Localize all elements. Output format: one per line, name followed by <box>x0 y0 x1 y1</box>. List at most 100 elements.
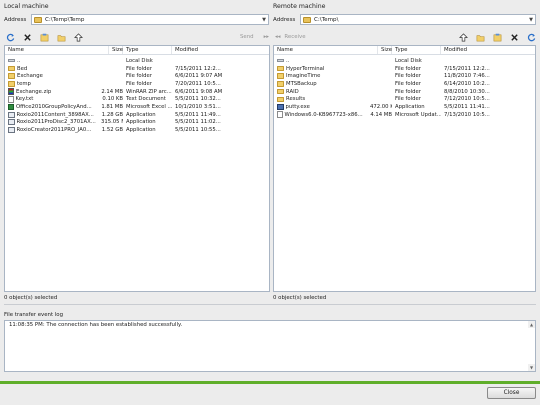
delete-icon[interactable] <box>23 33 32 42</box>
scroll-down-icon[interactable]: ▼ <box>528 364 535 371</box>
local-address-field[interactable]: C:\Temp\Temp ▼ <box>31 14 269 25</box>
list-item[interactable]: Key.txt 0.10 KB Text Document 5/5/2011 1… <box>5 95 269 103</box>
item-type: Application <box>126 119 156 126</box>
progress-bar <box>0 381 540 384</box>
close-button[interactable]: Close <box>487 387 536 399</box>
list-item[interactable]: Results File folder 7/12/2010 10:5... <box>274 95 535 103</box>
remote-rows: .. Local Disk HyperTerminal File folder … <box>274 55 535 119</box>
remote-file-list[interactable]: Name Size Type Modified .. Local Disk Hy… <box>273 45 536 292</box>
list-item[interactable]: Roxio2011ProDisc2_3701AX... 315.05 MB Ap… <box>5 119 269 127</box>
delete-icon[interactable] <box>510 33 519 42</box>
folder-icon <box>8 81 15 87</box>
chevron-down-icon[interactable]: ▼ <box>527 15 535 24</box>
item-size: 1.52 GB <box>101 127 123 134</box>
refresh-icon[interactable] <box>6 33 15 42</box>
scroll-up-icon[interactable]: ▲ <box>528 321 535 328</box>
splitter[interactable] <box>4 304 536 305</box>
item-size: 472.00 KB <box>370 103 392 110</box>
item-size: 1.28 GB <box>101 111 123 118</box>
item-name: ImagineTime <box>286 73 321 80</box>
excel-icon <box>8 103 14 111</box>
item-name: putty.exe <box>285 103 310 110</box>
item-modified: 8/8/2010 10:30... <box>444 88 490 95</box>
item-modified: 7/13/2010 10:5... <box>444 111 490 118</box>
text-file-icon <box>8 96 14 103</box>
list-item[interactable]: Windows6.0-KB967723-x86... 4.14 MB Micro… <box>274 111 535 119</box>
list-item[interactable]: MTSBackup File folder 6/14/2010 10:2... <box>274 80 535 88</box>
column-header-size[interactable]: Size <box>109 46 123 54</box>
remote-address-field[interactable]: C:\Temp\ ▼ <box>300 14 536 25</box>
item-type: File folder <box>126 65 152 72</box>
list-item[interactable]: RAID File folder 8/8/2010 10:30... <box>274 88 535 96</box>
item-name: Office2010GroupPolicyAnd... <box>16 103 92 110</box>
item-name: RAID <box>286 88 299 95</box>
item-type: File folder <box>126 73 152 80</box>
zip-icon <box>8 88 14 95</box>
list-item[interactable]: .. Local Disk <box>274 57 535 65</box>
send-label: Send <box>240 34 254 40</box>
item-modified: 5/5/2011 11:49... <box>175 111 221 118</box>
list-item[interactable]: putty.exe 472.00 KB Application 5/5/2011… <box>274 103 535 111</box>
item-modified: 11/8/2010 7:46... <box>444 73 490 80</box>
chevron-down-icon[interactable]: ▼ <box>260 15 268 24</box>
rename-icon[interactable] <box>493 33 502 42</box>
remote-list-header: Name Size Type Modified <box>274 46 535 55</box>
local-pane-title: Local machine <box>4 3 49 10</box>
application-icon <box>8 127 15 134</box>
item-modified: 6/6/2011 9:08 AM <box>175 88 223 95</box>
send-arrow-icon: ▸▸ <box>263 34 269 40</box>
send-button[interactable]: Send ▸▸ <box>240 34 269 40</box>
list-item[interactable]: RoxioCreator2011PRO_JA0... 1.52 GB Appli… <box>5 126 269 134</box>
item-name: Key.txt <box>15 96 34 103</box>
item-type: Text Document <box>126 96 166 103</box>
folder-icon <box>277 65 284 72</box>
folder-icon <box>277 88 284 95</box>
list-item[interactable]: Exchange File folder 6/6/2011 9:07 AM <box>5 72 269 80</box>
list-item[interactable]: .. Local Disk <box>5 57 269 65</box>
item-type: File folder <box>395 96 421 103</box>
list-item[interactable]: HyperTerminal File folder 7/15/2011 12:2… <box>274 65 535 73</box>
folder-icon <box>8 65 15 72</box>
up-folder-icon[interactable] <box>459 32 468 42</box>
item-name: .. <box>286 57 290 64</box>
receive-button[interactable]: ◂◂ Receive <box>275 34 306 40</box>
item-type: Application <box>395 103 425 110</box>
up-folder-icon[interactable] <box>74 32 83 42</box>
putty-icon <box>277 103 284 111</box>
column-header-type[interactable]: Type <box>392 46 441 54</box>
item-modified: 5/5/2011 10:32... <box>175 96 221 103</box>
item-name: Bed <box>17 65 28 72</box>
item-modified: 10/1/2010 3:51... <box>175 103 221 110</box>
item-type: File folder <box>395 88 421 95</box>
column-header-name[interactable]: Name <box>274 46 378 54</box>
item-size: 2.14 MB <box>101 88 123 95</box>
item-modified: 5/5/2011 10:55... <box>175 127 221 134</box>
column-header-modified[interactable]: Modified <box>441 46 535 54</box>
column-header-name[interactable]: Name <box>5 46 109 54</box>
list-item[interactable]: Office2010GroupPolicyAnd... 1.81 MB Micr… <box>5 103 269 111</box>
item-name: HyperTerminal <box>286 65 325 72</box>
list-item[interactable]: temp File folder 7/20/2011 10:5... <box>5 80 269 88</box>
folder-icon <box>277 81 284 87</box>
list-item[interactable]: Exchange.zip 2.14 MB WinRAR ZIP arc... 6… <box>5 88 269 96</box>
list-item[interactable]: ImagineTime File folder 11/8/2010 7:46..… <box>274 72 535 80</box>
item-size: 4.14 MB <box>370 111 392 118</box>
refresh-icon[interactable] <box>527 33 536 42</box>
column-header-modified[interactable]: Modified <box>172 46 269 54</box>
list-item[interactable]: Bed File folder 7/15/2011 12:2... <box>5 65 269 73</box>
item-name: Windows6.0-KB967723-x86... <box>284 111 363 118</box>
local-file-list[interactable]: Name Size Type Modified .. Local Disk Be… <box>4 45 270 292</box>
application-icon <box>8 119 15 126</box>
event-log[interactable]: 11:08:35 PM: The connection has been est… <box>4 320 536 372</box>
new-folder-icon[interactable] <box>476 33 485 42</box>
local-address-value: C:\Temp\Temp <box>45 16 85 23</box>
item-type: File folder <box>126 80 152 87</box>
column-header-size[interactable]: Size <box>378 46 392 54</box>
column-header-type[interactable]: Type <box>123 46 172 54</box>
list-item[interactable]: Roxio2011Content_3898AX... 1.28 GB Appli… <box>5 111 269 119</box>
item-name: Exchange <box>17 73 43 80</box>
new-folder-icon[interactable] <box>57 33 66 42</box>
item-type: Microsoft Updat... <box>395 111 441 118</box>
item-name: Results <box>286 96 306 103</box>
rename-icon[interactable] <box>40 33 49 42</box>
